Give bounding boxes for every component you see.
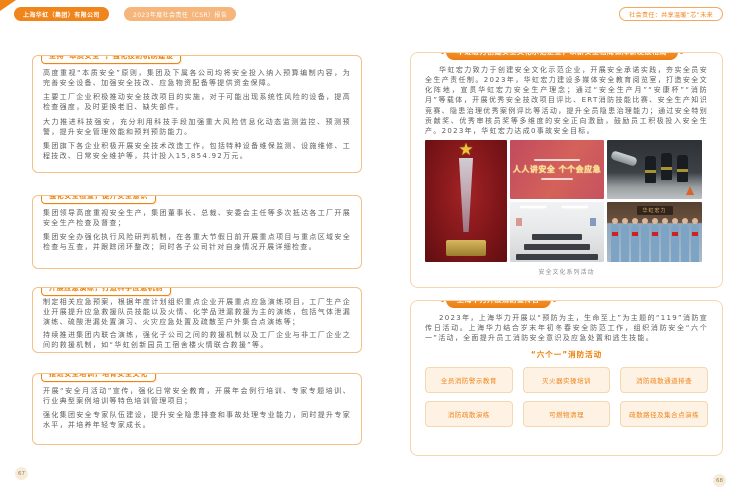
- paragraph: 强化集团安全专家队伍建设，提升安全隐患排查和事故处理专业能力，同时提升专家水平，…: [43, 410, 351, 430]
- photo-firefighter-drill: [607, 140, 702, 199]
- feature-header: 上海华力开展消防宣传日: [425, 300, 572, 308]
- mosaic-right-column: 华虹宏力: [607, 140, 702, 262]
- fire-activity-tile: 可燃物清理: [523, 401, 611, 427]
- decor-line: [558, 300, 572, 301]
- paragraph: 制定相关应急预案，根据年度计划组织重点企业开展重点应急演练项目，工厂生产企业开展…: [43, 298, 351, 327]
- feature-title: 华虹宏力创建安全文化示范企业，以新安全格局保障新发展格局: [446, 52, 678, 60]
- section-safety-training: 推进安全培训，培育安全文化 开展“安全月活动”宣传，强化日常安全教育，开展年会例…: [32, 373, 362, 445]
- person-figure: [641, 224, 649, 262]
- desk-row: [516, 254, 598, 260]
- banner-slogan-text: 人人讲安全 个个会应急: [513, 164, 601, 175]
- person-figure: [631, 224, 639, 262]
- paragraph: 主要工厂企业积极推动安全技改项目的实施，对于可能出现系统性风险的设备，提高检查强…: [43, 92, 351, 112]
- ceiling-light: [520, 206, 546, 208]
- desk-row: [524, 244, 590, 250]
- pipe: [610, 150, 638, 167]
- paragraph: 集团领导高度重视安全生产，集团董事长、总裁、安委会主任等多次抵达各工厂开展安全生…: [43, 208, 351, 228]
- person-figure: [661, 224, 669, 262]
- paragraph: 集团旗下各企业积极开展安全技术改造工作，包括特种设备维保监测、设施维修、工程技改…: [43, 141, 351, 161]
- banner-decor-bar: [541, 178, 573, 180]
- page-number-right: 68: [713, 474, 726, 487]
- person-figure: [681, 224, 689, 262]
- decor-dot: [553, 300, 556, 302]
- decor-dot: [680, 52, 683, 54]
- photo-caption: 安全文化系列活动: [425, 267, 708, 276]
- wall-poster: [590, 218, 596, 226]
- person-figure: [691, 224, 699, 262]
- feature-safety-culture: 华虹宏力创建安全文化示范企业，以新安全格局保障新发展格局 华虹宏力致力于创建安全…: [410, 52, 723, 288]
- photo-safety-slogan-banner: 人人讲安全 个个会应急: [510, 140, 604, 199]
- photo-training-classroom: [510, 202, 604, 262]
- trophy-column: [455, 158, 477, 232]
- photo-award-group: 华虹宏力: [607, 202, 702, 262]
- person-figure: [621, 224, 629, 262]
- mosaic-middle-column: 人人讲安全 个个会应急: [510, 140, 604, 262]
- feature-fire-awareness-day: 上海华力开展消防宣传日 2023年，上海华力开展以“预防为主，生命至上”为主题的…: [410, 300, 723, 456]
- section-title: 强化安全检查，提升安全意识: [41, 195, 156, 204]
- fire-activity-tile: 疏散路径及集合点演练: [620, 401, 708, 427]
- person-figure: [611, 224, 619, 262]
- chapter-pill: 社会责任：共享温暖“芯”未来: [619, 7, 723, 21]
- paragraph: 2023年，上海华力开展以“预防为主，生命至上”为主题的“119”消防宣传日活动…: [425, 313, 708, 343]
- section-title: 推进安全培训，培育安全文化: [41, 373, 156, 382]
- fire-activity-tile: 灭火器实操培训: [523, 367, 611, 393]
- paragraph: 高度重视“本质安全”原则，集团及下属各公司均将安全投入纳入预算编制内容，为完善安…: [43, 68, 351, 88]
- corner-accent: [0, 0, 16, 11]
- report-spread: 上海华虹（集团）有限公司 2023年度社会责任（CSR）报告 社会责任：共享温暖…: [0, 0, 737, 491]
- section-title: 坚持“本质安全”，强化技防机制建设: [41, 55, 181, 64]
- firefighter-figure: [661, 153, 672, 180]
- decor-dot: [441, 300, 444, 302]
- fire-activity-tile: 消防疏散演练: [425, 401, 513, 427]
- paragraph: 开展“安全月活动”宣传，强化日常安全教育，开展年会例行培训、专家专题培训、行业典…: [43, 386, 351, 406]
- feature-header: 华虹宏力创建安全文化示范企业，以新安全格局保障新发展格局: [425, 52, 699, 60]
- fire-activity-grid: 全员消防警示教育 灭火器实操培训 消防疏散通道排查 消防疏散演练 可燃物清理 疏…: [425, 367, 708, 427]
- decor-dot: [441, 52, 444, 54]
- page-number-left: 67: [15, 467, 28, 480]
- company-name-pill: 上海华虹（集团）有限公司: [14, 7, 109, 21]
- feature-title: 上海华力开展消防宣传日: [446, 300, 551, 308]
- fire-activity-tile: 全员消防警示教育: [425, 367, 513, 393]
- paragraph: 持续推进集团内联合演练，强化子公司之间的救援机制以及工厂企业与非工厂企业之间的救…: [43, 331, 351, 351]
- decor-line: [425, 52, 439, 53]
- photo-mosaic: ★ 人人讲安全 个个会应急: [425, 140, 708, 262]
- trophy-base: [446, 240, 486, 256]
- section-title: 开展应急演练，打造科学应急机制: [41, 287, 171, 296]
- decor-line: [685, 52, 699, 53]
- section-tech-prevention: 坚持“本质安全”，强化技防机制建设 高度重视“本质安全”原则，集团及下属各公司均…: [32, 55, 362, 173]
- ceiling-light: [562, 206, 588, 208]
- report-title-pill: 2023年度社会责任（CSR）报告: [124, 7, 236, 21]
- decor-line: [425, 300, 439, 301]
- group-photo-sign: 华虹宏力: [636, 206, 672, 215]
- group-people-row: [607, 222, 702, 262]
- traffic-cone: [686, 186, 694, 195]
- fire-activity-tile: 消防疏散通道排查: [620, 367, 708, 393]
- wall-poster: [516, 218, 522, 226]
- person-figure: [651, 224, 659, 262]
- person-figure: [671, 224, 679, 262]
- firefighter-figure: [677, 155, 688, 182]
- desk-row: [532, 234, 582, 240]
- banner-decor-bar: [534, 159, 580, 161]
- fire-grid-title: “六个一”消防活动: [425, 349, 708, 360]
- section-emergency-drill: 开展应急演练，打造科学应急机制 制定相关应急预案，根据年度计划组织重点企业开展重…: [32, 287, 362, 353]
- star-icon: ★: [458, 142, 473, 159]
- paragraph: 大力推进科技强安，充分利用科技手段加强重大风险信息化动态监测监控、预测预警，提升…: [43, 117, 351, 137]
- section-safety-inspection: 强化安全检查，提升安全意识 集团领导高度重视安全生产，集团董事长、总裁、安委会主…: [32, 195, 362, 269]
- paragraph: 华虹宏力致力于创建安全文化示范企业，开展安全承诺实践，夯实全员安全生产责任制。2…: [425, 65, 708, 136]
- firefighter-figure: [645, 156, 656, 183]
- paragraph: 集团安全办强化执行风险研判机制，在各重大节假日前开展重点项目与重点区域安全检查与…: [43, 232, 351, 252]
- photo-safety-award-trophy: ★: [425, 140, 507, 262]
